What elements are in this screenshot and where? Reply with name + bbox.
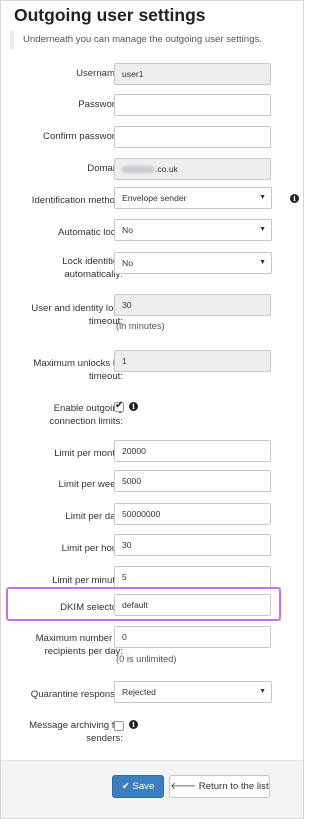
lock-identities-value: No	[122, 258, 133, 268]
limit-month-field[interactable]: 20000	[114, 440, 271, 462]
domain-suffix: .co.uk	[155, 164, 178, 174]
max-unlocks-label: Maximum unlocks by timeout:	[33, 358, 123, 382]
lock-timeout-hint: (in minutes)	[116, 321, 165, 331]
caret-down-icon: ▼	[259, 688, 266, 695]
page-title: Outgoing user settings	[14, 5, 206, 25]
enable-limits-checkbox[interactable]: ✔	[114, 400, 124, 412]
username-label: Username:	[76, 68, 123, 79]
redacted-domain	[122, 166, 154, 174]
lock-timeout-field: 30	[114, 294, 271, 316]
max-recipients-field[interactable]: 0	[114, 626, 271, 648]
info-circle-icon[interactable]: i	[129, 720, 138, 729]
check-icon: ✔	[121, 781, 130, 792]
dkim-selector-label: DKIM selector:	[60, 602, 123, 613]
lock-timeout-label: User and identity lock timeout:	[31, 303, 123, 327]
check-icon: ✔	[115, 400, 124, 411]
limit-minute-field[interactable]: 5	[114, 566, 271, 588]
domain-field: .co.uk	[114, 158, 271, 180]
limit-week-label: Limit per week:	[58, 479, 123, 490]
limit-day-label: Limit per day:	[65, 511, 123, 522]
page-description: Underneath you can manage the outgoing u…	[10, 31, 305, 49]
caret-down-icon: ▼	[259, 194, 266, 201]
lock-identities-select[interactable]: No ▼	[114, 252, 272, 274]
limit-day-field[interactable]: 50000000	[114, 503, 271, 525]
max-recipients-hint: (0 is unlimited)	[116, 654, 177, 664]
dkim-selector-field[interactable]: default	[114, 594, 271, 616]
caret-down-icon: ▼	[259, 226, 266, 233]
automatic-lock-label: Automatic lock:	[57, 227, 123, 238]
limit-week-field[interactable]: 5000	[114, 470, 271, 492]
password-label: Password:	[78, 99, 123, 110]
identification-method-label: Identification method:	[31, 195, 123, 206]
message-archiving-label: Message archiving for senders:	[29, 720, 123, 744]
info-circle-icon[interactable]: i	[129, 402, 138, 411]
quarantine-response-label: Quarantine response:	[30, 689, 123, 700]
limit-hour-field[interactable]: 30	[114, 534, 271, 556]
limit-minute-label: Limit per minute:	[52, 575, 123, 586]
enable-limits-label: Enable outgoing connection limits:	[49, 403, 123, 427]
lock-identities-label: Lock identities automatically:	[62, 256, 123, 280]
max-unlocks-field: 1	[114, 350, 271, 372]
identification-method-select[interactable]: Envelope sender ▼	[114, 187, 272, 209]
quarantine-response-select[interactable]: Rejected ▼	[114, 681, 272, 703]
password-field[interactable]	[114, 94, 271, 116]
confirm-password-field[interactable]	[114, 126, 271, 148]
identification-method-value: Envelope sender	[122, 193, 187, 203]
return-button-label: Return to the list	[198, 781, 269, 792]
limit-hour-label: Limit per hour:	[61, 543, 123, 554]
arrow-left-icon: 🡐	[170, 781, 197, 792]
caret-down-icon: ▼	[259, 259, 266, 266]
automatic-lock-select[interactable]: No ▼	[114, 219, 272, 241]
max-recipients-label: Maximum number of recipients per day:	[35, 633, 123, 657]
domain-label: Domain:	[87, 163, 123, 174]
info-circle-icon[interactable]: i	[290, 194, 299, 203]
quarantine-response-value: Rejected	[122, 687, 156, 697]
username-field: user1	[114, 63, 271, 85]
automatic-lock-value: No	[122, 225, 133, 235]
return-to-list-button[interactable]: 🡐 Return to the list	[169, 775, 270, 798]
save-button-label: Save	[132, 781, 155, 792]
message-archiving-checkbox[interactable]	[114, 721, 124, 731]
confirm-password-label: Confirm password:	[43, 131, 123, 142]
save-button[interactable]: ✔ Save	[112, 775, 164, 798]
limit-month-label: Limit per month:	[54, 448, 123, 459]
